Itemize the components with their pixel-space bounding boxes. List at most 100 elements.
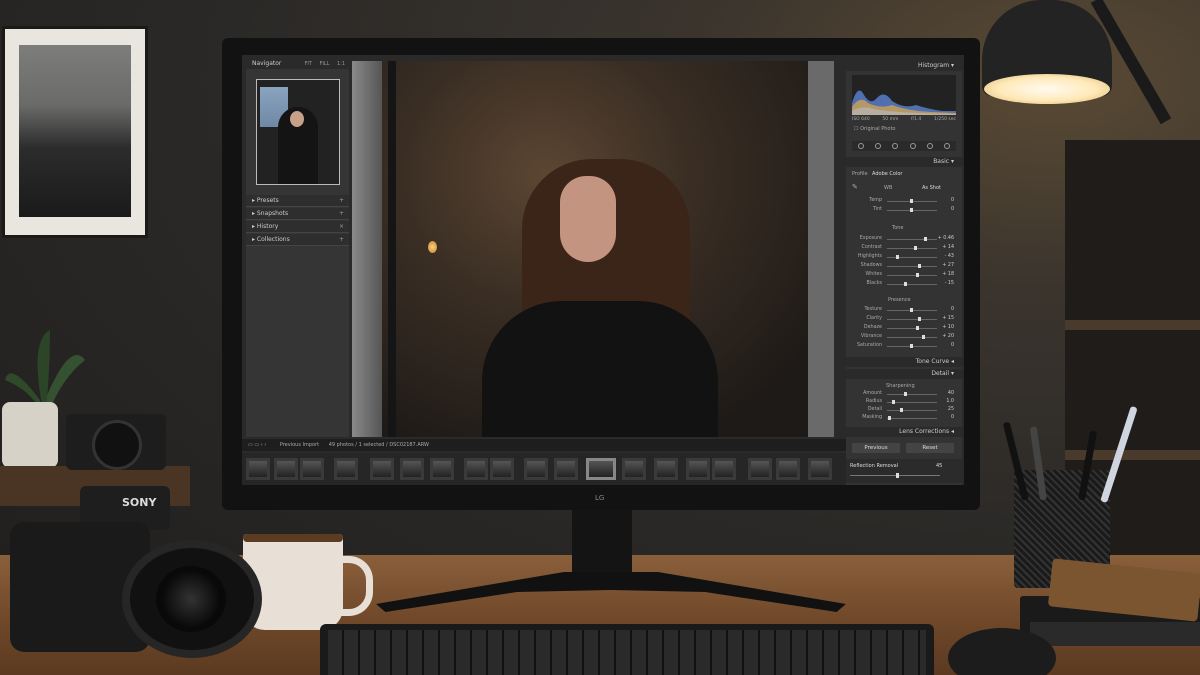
background-camera [66, 414, 166, 470]
filmstrip-thumbnail[interactable] [400, 458, 424, 480]
panel-history[interactable]: ▸ History × [246, 221, 349, 233]
close-icon[interactable]: × [339, 221, 344, 233]
detail-masking-knob[interactable] [888, 416, 891, 420]
gradient-tool-icon[interactable] [926, 143, 933, 149]
reset-button[interactable]: Reset [906, 443, 954, 453]
zoom-1to1[interactable]: 1:1 [337, 61, 345, 67]
histogram-label: Histogram [917, 62, 950, 69]
detail-masking-slider[interactable]: Masking 0 [852, 415, 956, 423]
filmstrip-thumbnail[interactable] [654, 458, 678, 480]
blacks-slider[interactable]: Blacks - 15 [852, 281, 956, 289]
filmstrip-thumbnail[interactable] [524, 458, 548, 480]
dehaze-slider[interactable]: Dehaze + 10 [852, 325, 956, 333]
vibrance-knob[interactable] [922, 335, 925, 339]
main-photo-preview[interactable] [352, 61, 834, 437]
detail-header[interactable]: Detail ▾ [846, 369, 962, 379]
profile-select[interactable]: Adobe Color [872, 171, 902, 177]
clarity-slider[interactable]: Clarity + 15 [852, 316, 956, 324]
filmstrip [242, 453, 846, 485]
crop-tool-icon[interactable] [857, 143, 864, 149]
detail-radius-label: Radius [865, 399, 882, 404]
detail-detail-label: Detail [867, 407, 882, 412]
original-photo-label: Original Photo [860, 126, 896, 132]
histogram-header[interactable]: Histogram ▾ [846, 61, 962, 71]
filmstrip-thumbnail[interactable] [430, 458, 454, 480]
filmstrip-thumbnail[interactable] [370, 458, 394, 480]
filmstrip-source[interactable]: Previous Import [280, 442, 319, 448]
original-photo-toggle[interactable]: ☐ Original Photo [854, 126, 896, 132]
shadows-knob[interactable] [918, 264, 921, 268]
detail-radius-slider[interactable]: Radius 1.0 [852, 399, 956, 407]
contrast-slider[interactable]: Contrast + 14 [852, 245, 956, 253]
notebook-stack [1020, 558, 1200, 648]
highlights-value: - 43 [944, 254, 954, 259]
detail-detail-slider[interactable]: Detail 25 [852, 407, 956, 415]
camera-brand: SONY [122, 496, 157, 509]
previous-button[interactable]: Previous [852, 443, 900, 453]
vibrance-slider[interactable]: Vibrance + 20 [852, 334, 956, 342]
saturation-knob[interactable] [910, 344, 913, 348]
filmstrip-bar: ▭ ▭ ‹ › Previous Import 49 photos / 1 se… [242, 439, 846, 451]
lens-corrections-header[interactable]: Lens Corrections ◂ [846, 427, 962, 437]
panel-presets[interactable]: ▸ Presets + [246, 195, 349, 207]
contrast-knob[interactable] [914, 246, 917, 250]
grid-view-icon[interactable]: ▭ ▭ ‹ › [248, 442, 266, 448]
filmstrip-thumbnail[interactable] [300, 458, 324, 480]
tint-slider[interactable]: Tint 0 [852, 207, 956, 215]
temp-slider[interactable]: Temp 0 [852, 198, 956, 206]
exposure-knob[interactable] [924, 237, 927, 241]
detail-detail-knob[interactable] [900, 408, 903, 412]
highlights-knob[interactable] [896, 255, 899, 259]
zoom-fit[interactable]: FIT [304, 61, 311, 67]
eyedropper-icon[interactable]: ✎ [852, 183, 858, 191]
redeye-tool-icon[interactable] [892, 143, 899, 149]
filmstrip-thumbnail[interactable] [334, 458, 358, 480]
texture-slider[interactable]: Texture 0 [852, 307, 956, 315]
basic-header[interactable]: Basic ▾ [846, 157, 962, 167]
detail-amount-slider[interactable]: Amount 40 [852, 391, 956, 399]
texture-knob[interactable] [910, 308, 913, 312]
tone-curve-header[interactable]: Tone Curve ◂ [846, 357, 962, 367]
mask-tool-icon[interactable] [909, 143, 916, 149]
filmstrip-thumbnail[interactable] [622, 458, 646, 480]
filmstrip-thumbnail[interactable] [554, 458, 578, 480]
filmstrip-thumbnail[interactable] [464, 458, 488, 480]
zoom-fill[interactable]: FILL [319, 61, 329, 67]
wb-select[interactable]: As Shot [922, 185, 941, 191]
panel-collections[interactable]: ▸ Collections + [246, 234, 349, 246]
whites-knob[interactable] [916, 273, 919, 277]
plus-icon[interactable]: + [339, 195, 344, 207]
navigator-thumbnail[interactable] [256, 79, 340, 185]
panel-snapshots[interactable]: ▸ Snapshots + [246, 208, 349, 220]
reflection-removal-slider[interactable] [850, 475, 940, 476]
clarity-knob[interactable] [918, 317, 921, 321]
filmstrip-thumbnail[interactable] [586, 458, 616, 480]
filmstrip-thumbnail[interactable] [274, 458, 298, 480]
filmstrip-thumbnail[interactable] [246, 458, 270, 480]
heal-tool-icon[interactable] [874, 143, 881, 149]
sharpening-label: Sharpening [886, 383, 915, 389]
brush-tool-icon[interactable] [944, 143, 951, 149]
filmstrip-thumbnail[interactable] [776, 458, 800, 480]
shadows-slider[interactable]: Shadows + 27 [852, 263, 956, 271]
filmstrip-thumbnail[interactable] [712, 458, 736, 480]
filmstrip-thumbnail[interactable] [490, 458, 514, 480]
plus-icon[interactable]: + [339, 208, 344, 220]
exif-iso: ISO 640 [852, 117, 870, 122]
filmstrip-thumbnail[interactable] [748, 458, 772, 480]
filmstrip-thumbnail[interactable] [808, 458, 832, 480]
highlights-slider[interactable]: Highlights - 43 [852, 254, 956, 262]
whites-slider[interactable]: Whites + 18 [852, 272, 956, 280]
reflection-removal-knob[interactable] [896, 473, 899, 478]
saturation-slider[interactable]: Saturation 0 [852, 343, 956, 351]
filmstrip-thumbnail[interactable] [686, 458, 710, 480]
plus-icon[interactable]: + [339, 234, 344, 246]
detail-radius-knob[interactable] [892, 400, 895, 404]
detail-amount-label: Amount [863, 391, 882, 396]
blacks-knob[interactable] [904, 282, 907, 286]
contrast-label: Contrast [861, 245, 883, 250]
detail-amount-knob[interactable] [904, 392, 907, 396]
dehaze-knob[interactable] [916, 326, 919, 330]
exposure-slider[interactable]: Exposure + 0.46 [852, 236, 956, 244]
navigator-header[interactable]: Navigator FIT FILL 1:1 [246, 59, 349, 69]
